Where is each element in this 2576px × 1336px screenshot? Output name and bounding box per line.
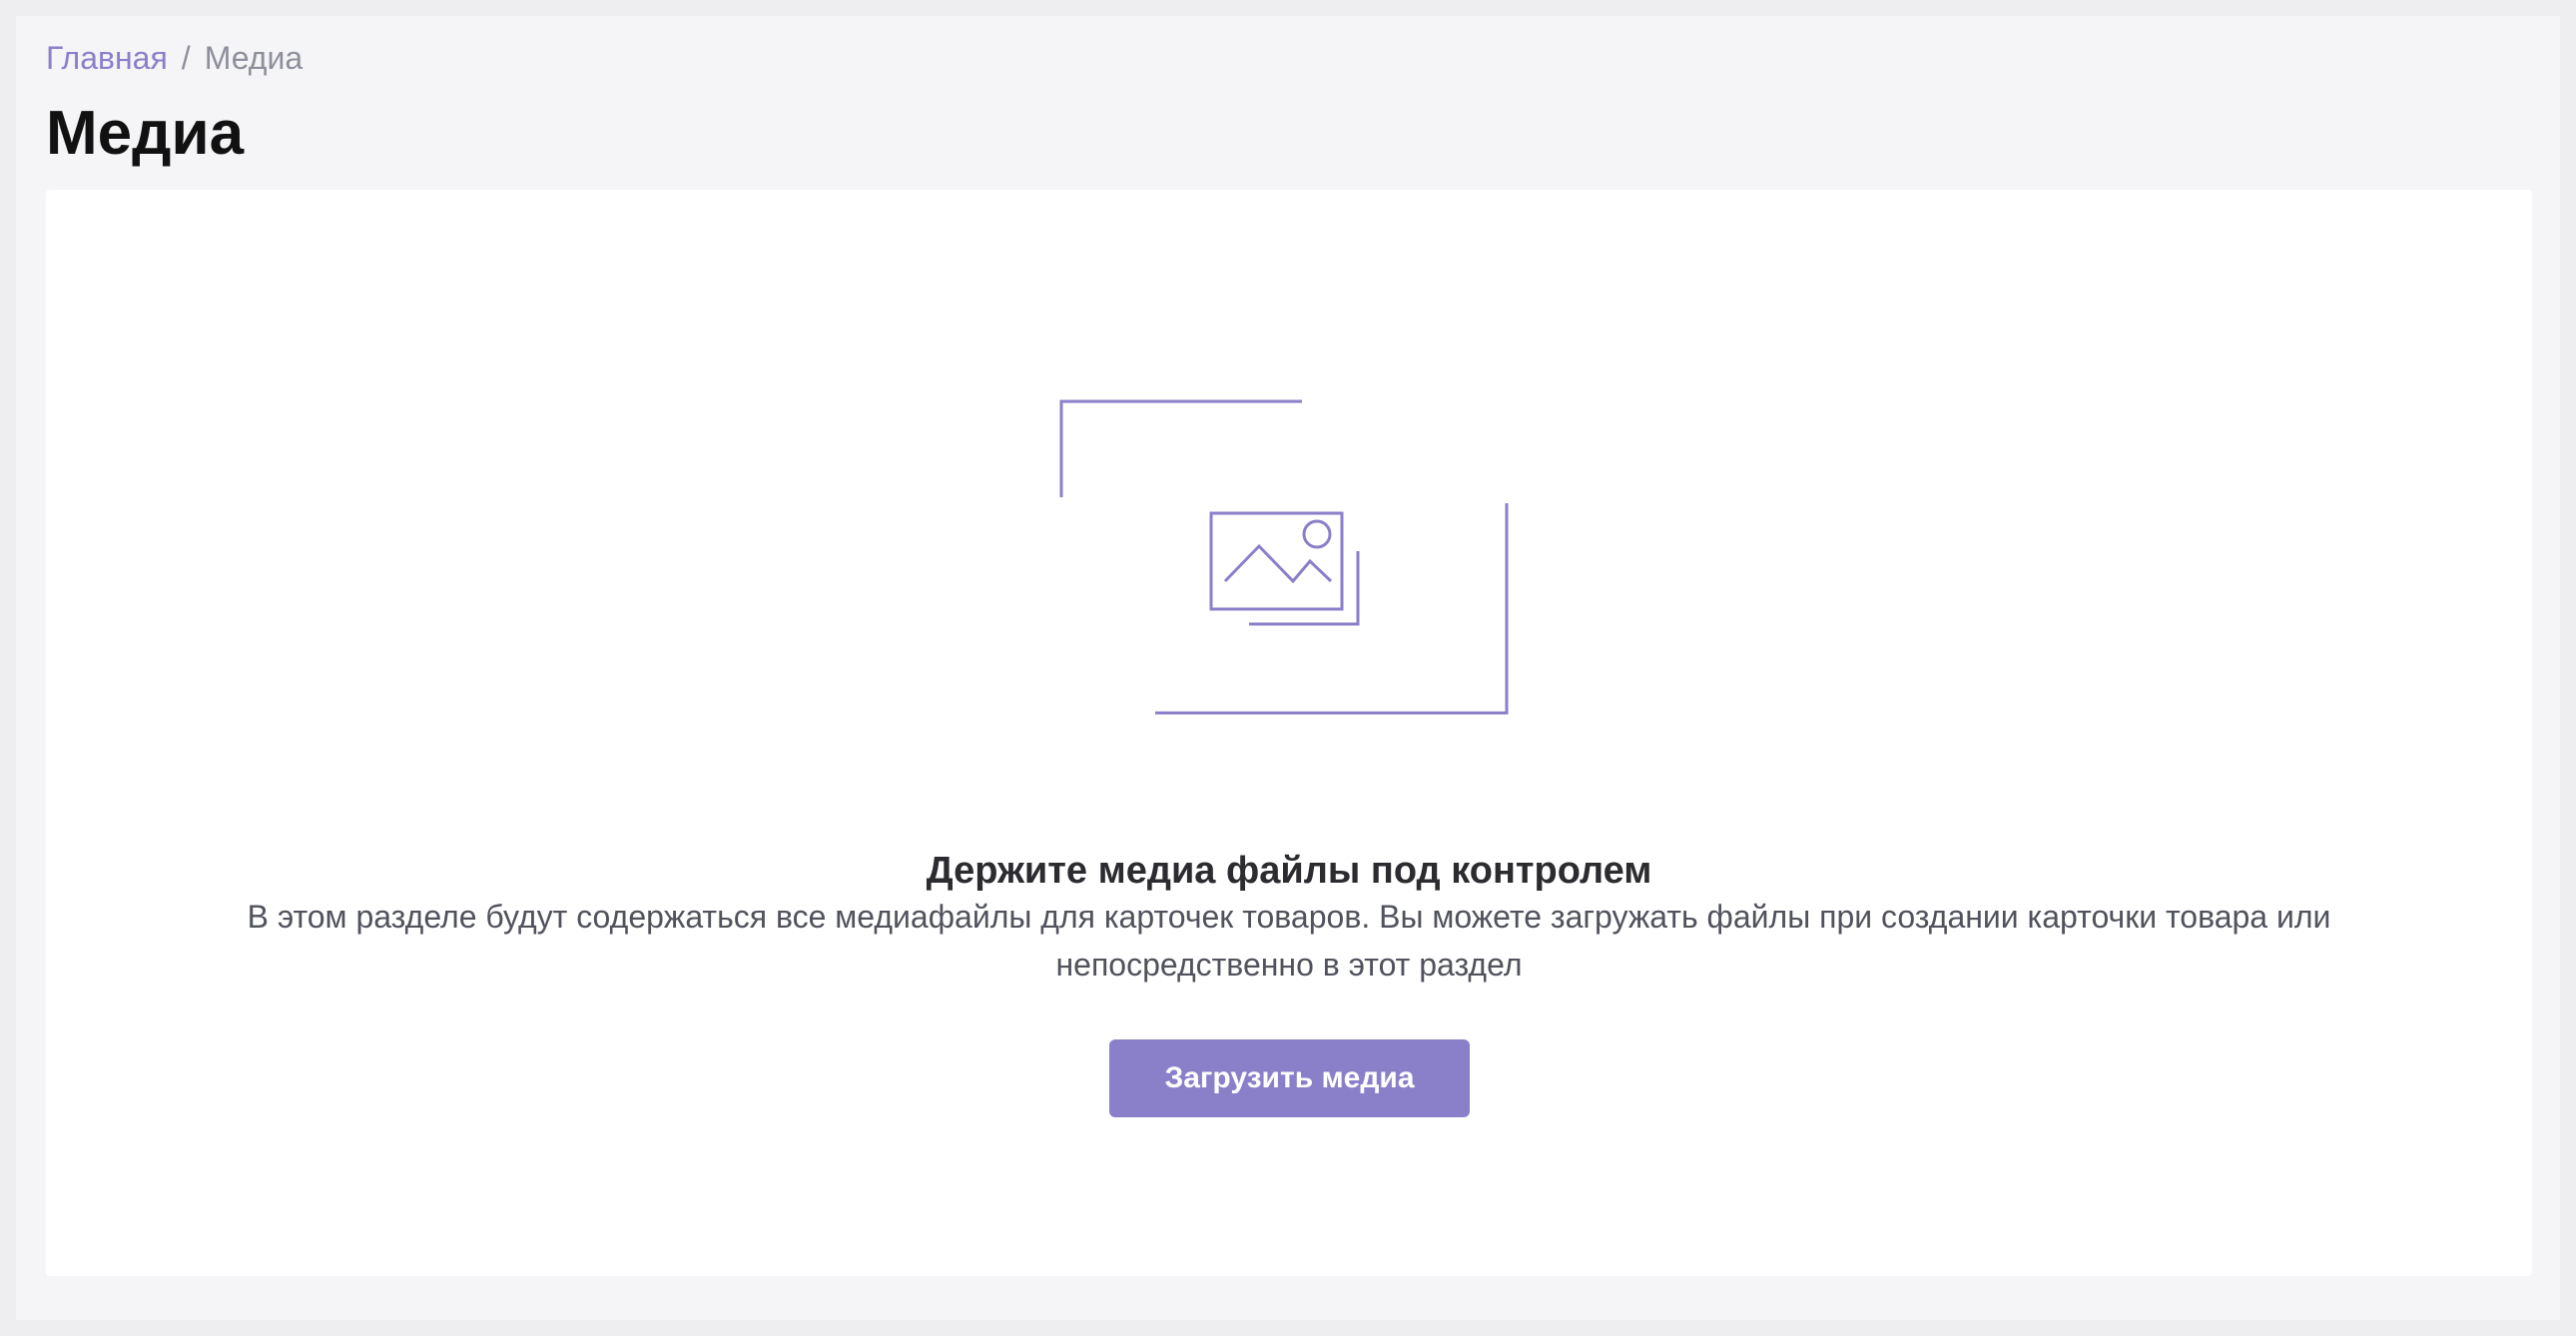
- empty-state-description: В этом разделе будут содержаться все мед…: [247, 899, 2331, 983]
- photo-sun: [1302, 519, 1332, 549]
- empty-state-title: Держите медиа файлы под контролем: [926, 850, 1652, 892]
- page-title: Медиа: [46, 99, 245, 168]
- photo-mountains: [1223, 543, 1333, 584]
- breadcrumb-home-link[interactable]: Главная: [46, 40, 168, 76]
- page-container: Главная / Медиа Медиа Держите медиа файлы …: [16, 16, 2560, 1320]
- upload-media-button[interactable]: Загрузить медиа: [1109, 1039, 1470, 1117]
- breadcrumb-separator: /: [181, 40, 191, 76]
- media-empty-card: Держите медиа файлы под контролем В этом…: [46, 190, 2532, 1276]
- frame-corner-top-left: [1059, 399, 1302, 497]
- breadcrumb: Главная / Медиа: [46, 40, 303, 76]
- image-placeholder-icon: [1059, 399, 1509, 715]
- photo-front-card: [1209, 511, 1344, 611]
- breadcrumb-current: Медиа: [204, 40, 304, 76]
